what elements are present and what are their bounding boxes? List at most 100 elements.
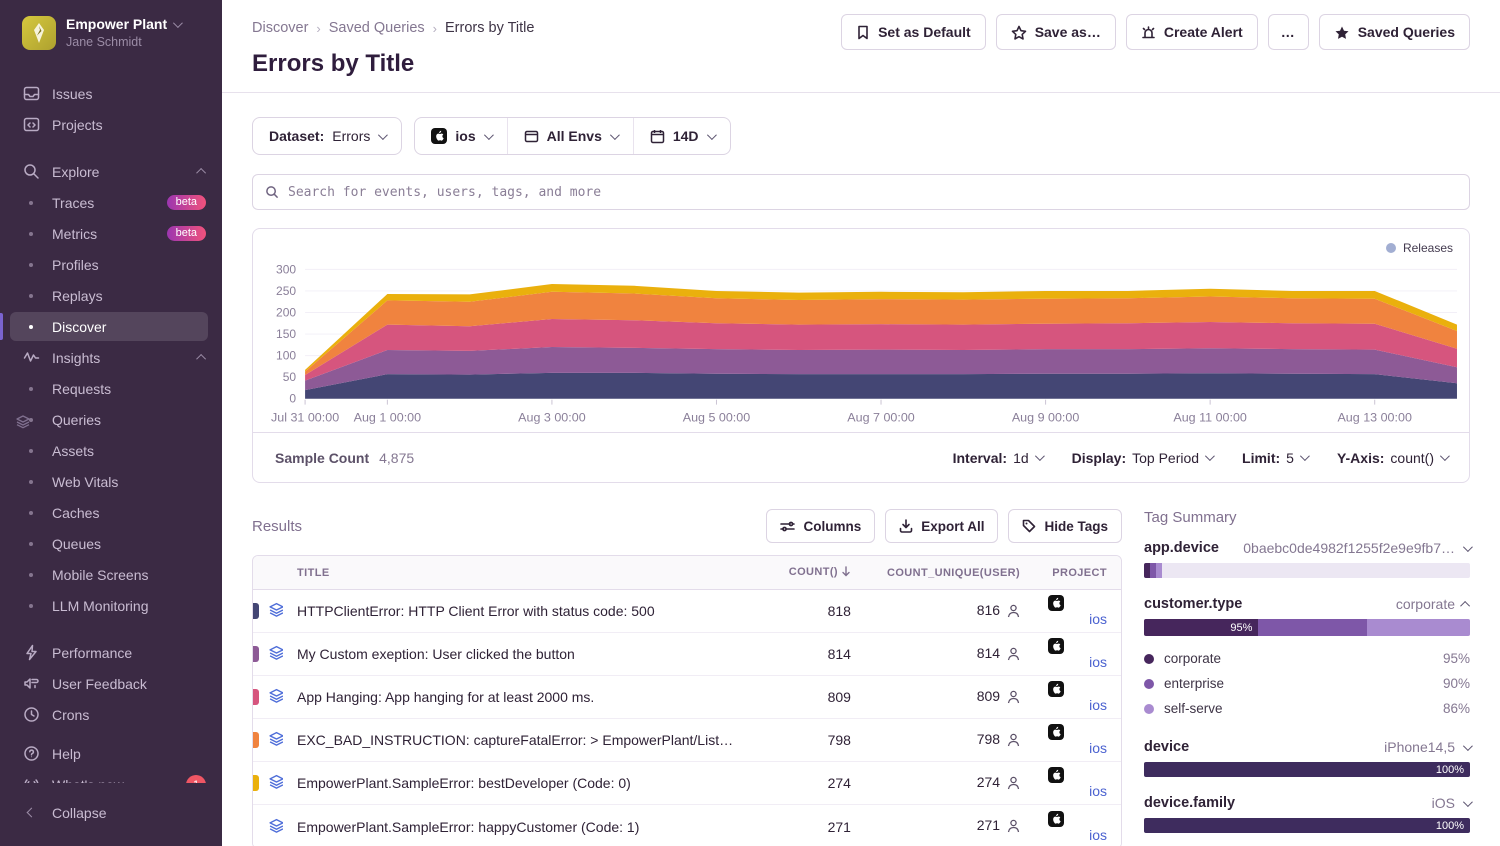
chart-legend[interactable]: Releases — [1386, 241, 1453, 255]
projects-icon — [22, 116, 40, 134]
legend-dot — [1144, 654, 1154, 664]
project-cell[interactable]: ios — [1034, 633, 1121, 676]
apple-icon — [1048, 724, 1064, 740]
set-as-default-button[interactable]: Set as Default — [841, 14, 986, 50]
tag-distribution-bar[interactable] — [1144, 563, 1470, 578]
project-cell[interactable]: ios — [1034, 676, 1121, 719]
sidebar-item-explore[interactable]: Explore — [0, 156, 222, 187]
sidebar-item-discover[interactable]: Discover — [0, 311, 222, 342]
sidebar-item-performance[interactable]: Performance — [0, 637, 222, 668]
tag-value-dropdown[interactable]: iOS — [1432, 795, 1470, 811]
project-cell[interactable]: ios — [1034, 762, 1121, 805]
limit-dropdown[interactable]: Limit: 5 — [1242, 450, 1307, 466]
save-as-button[interactable]: Save as… — [996, 14, 1116, 50]
tag-distribution-bar[interactable]: 100% — [1144, 762, 1470, 777]
table-row[interactable]: EmpowerPlant.SampleError: bestDeveloper … — [253, 762, 1121, 805]
table-row[interactable]: My Custom exeption: User clicked the but… — [253, 633, 1121, 676]
sidebar-item-help[interactable]: Help — [0, 738, 222, 769]
chevron-up-icon — [1460, 600, 1470, 610]
tag-legend-item[interactable]: corporate 95% — [1144, 646, 1470, 671]
col-title[interactable]: TITLE — [283, 556, 770, 590]
svg-text:Jul 31 00:00: Jul 31 00:00 — [271, 410, 339, 424]
sidebar-item-crons[interactable]: Crons — [0, 699, 222, 730]
sidebar-item-projects[interactable]: Projects — [0, 109, 222, 140]
sidebar-collapse[interactable]: Collapse — [22, 797, 206, 828]
table-row[interactable]: EXC_BAD_INSTRUCTION: captureFatalError: … — [253, 719, 1121, 762]
hide-tags-button[interactable]: Hide Tags — [1008, 509, 1122, 543]
table-row[interactable]: EmpowerPlant.SampleError: happyCustomer … — [253, 805, 1121, 846]
project-filter[interactable]: ios — [415, 118, 506, 154]
tag-legend-item[interactable]: self-serve 86% — [1144, 696, 1470, 721]
create-alert-button[interactable]: Create Alert — [1126, 14, 1258, 50]
sidebar-item-traces[interactable]: Traces beta — [0, 187, 222, 218]
sidebar-item-insights[interactable]: Insights — [0, 342, 222, 373]
error-title[interactable]: EmpowerPlant.SampleError: happyCustomer … — [283, 805, 770, 846]
export-all-button[interactable]: Export All — [885, 509, 998, 543]
sidebar-item-web-vitals[interactable]: Web Vitals — [0, 466, 222, 497]
sidebar-item-caches[interactable]: Caches — [0, 497, 222, 528]
stack-icon[interactable] — [269, 602, 284, 620]
org-switcher[interactable]: Empower Plant Jane Schmidt — [0, 0, 222, 60]
svg-text:150: 150 — [276, 327, 296, 341]
count-value: 818 — [770, 590, 865, 633]
columns-button[interactable]: Columns — [766, 509, 875, 543]
org-name[interactable]: Empower Plant — [66, 16, 167, 33]
sidebar-item-issues[interactable]: Issues — [0, 78, 222, 109]
col-count[interactable]: COUNT() — [770, 556, 865, 590]
stack-icon[interactable] — [269, 774, 284, 792]
sidebar-item-queries[interactable]: Queries — [0, 404, 222, 435]
stack-icon[interactable] — [269, 731, 284, 749]
sidebar-item-requests[interactable]: Requests — [0, 373, 222, 404]
sidebar-item-mobile-screens[interactable]: Mobile Screens — [0, 559, 222, 590]
count-unique-value: 271 — [865, 805, 1034, 846]
stack-icon[interactable] — [269, 645, 284, 663]
tag-value-dropdown[interactable]: corporate — [1396, 596, 1470, 612]
col-project[interactable]: PROJECT — [1034, 556, 1121, 590]
table-row[interactable]: HTTPClientError: HTTP Client Error with … — [253, 590, 1121, 633]
tag-value-dropdown[interactable]: iPhone14,5 — [1384, 739, 1470, 755]
sidebar-item-user-feedback[interactable]: User Feedback — [0, 668, 222, 699]
project-cell[interactable]: ios — [1034, 590, 1121, 633]
sidebar-item-replays[interactable]: Replays — [0, 280, 222, 311]
count-unique-value: 814 — [865, 633, 1034, 676]
count-value: 814 — [770, 633, 865, 676]
col-count-unique[interactable]: COUNT_UNIQUE(USER) — [865, 556, 1034, 590]
project-cell[interactable]: ios — [1034, 805, 1121, 846]
interval-dropdown[interactable]: Interval: 1d — [953, 450, 1042, 466]
tag-distribution-bar[interactable]: 95% — [1144, 619, 1470, 636]
events-chart[interactable]: 050100150200250300Jul 31 00:00Aug 1 00:0… — [253, 229, 1469, 432]
svg-text:Aug 9 00:00: Aug 9 00:00 — [1012, 410, 1080, 424]
tag-legend-item[interactable]: enterprise 90% — [1144, 671, 1470, 696]
sidebar-item-queues[interactable]: Queues — [0, 528, 222, 559]
yaxis-dropdown[interactable]: Y-Axis: count() — [1337, 450, 1447, 466]
chevron-down-icon — [1463, 797, 1473, 807]
sidebar-item-assets[interactable]: Assets — [0, 435, 222, 466]
breadcrumb-saved-queries[interactable]: Saved Queries — [329, 20, 425, 36]
table-row[interactable]: App Hanging: App hanging for at least 20… — [253, 676, 1121, 719]
error-title[interactable]: My Custom exeption: User clicked the but… — [283, 633, 770, 676]
environment-filter[interactable]: All Envs — [507, 118, 633, 154]
error-title[interactable]: App Hanging: App hanging for at least 20… — [283, 676, 770, 719]
sidebar-item-profiles[interactable]: Profiles — [0, 249, 222, 280]
count-value: 274 — [770, 762, 865, 805]
display-dropdown[interactable]: Display: Top Period — [1072, 450, 1212, 466]
chevron-down-icon — [1463, 542, 1473, 552]
sidebar-item-llm-monitoring[interactable]: LLM Monitoring — [0, 590, 222, 621]
error-title[interactable]: EmpowerPlant.SampleError: bestDeveloper … — [283, 762, 770, 805]
tag-distribution-bar[interactable]: 100% — [1144, 818, 1470, 833]
saved-queries-button[interactable]: Saved Queries — [1319, 14, 1470, 50]
error-title[interactable]: HTTPClientError: HTTP Client Error with … — [283, 590, 770, 633]
error-title[interactable]: EXC_BAD_INSTRUCTION: captureFatalError: … — [283, 719, 770, 762]
project-cell[interactable]: ios — [1034, 719, 1121, 762]
search-input[interactable] — [288, 185, 1457, 200]
stack-icon[interactable] — [269, 688, 284, 706]
stack-icon[interactable] — [269, 818, 284, 836]
more-actions-button[interactable]: … — [1268, 14, 1309, 50]
breadcrumb-discover[interactable]: Discover — [252, 20, 308, 36]
tag-value-dropdown[interactable]: 0baebc0de4982f1255f2e9e9fb7… — [1243, 540, 1470, 556]
dataset-selector[interactable]: Dataset: Errors — [252, 117, 402, 155]
date-range-filter[interactable]: 14D — [633, 118, 730, 154]
legend-dot — [1144, 704, 1154, 714]
sidebar-item-whats-new[interactable]: What's new 1 — [0, 769, 222, 783]
sidebar-item-metrics[interactable]: Metrics beta — [0, 218, 222, 249]
